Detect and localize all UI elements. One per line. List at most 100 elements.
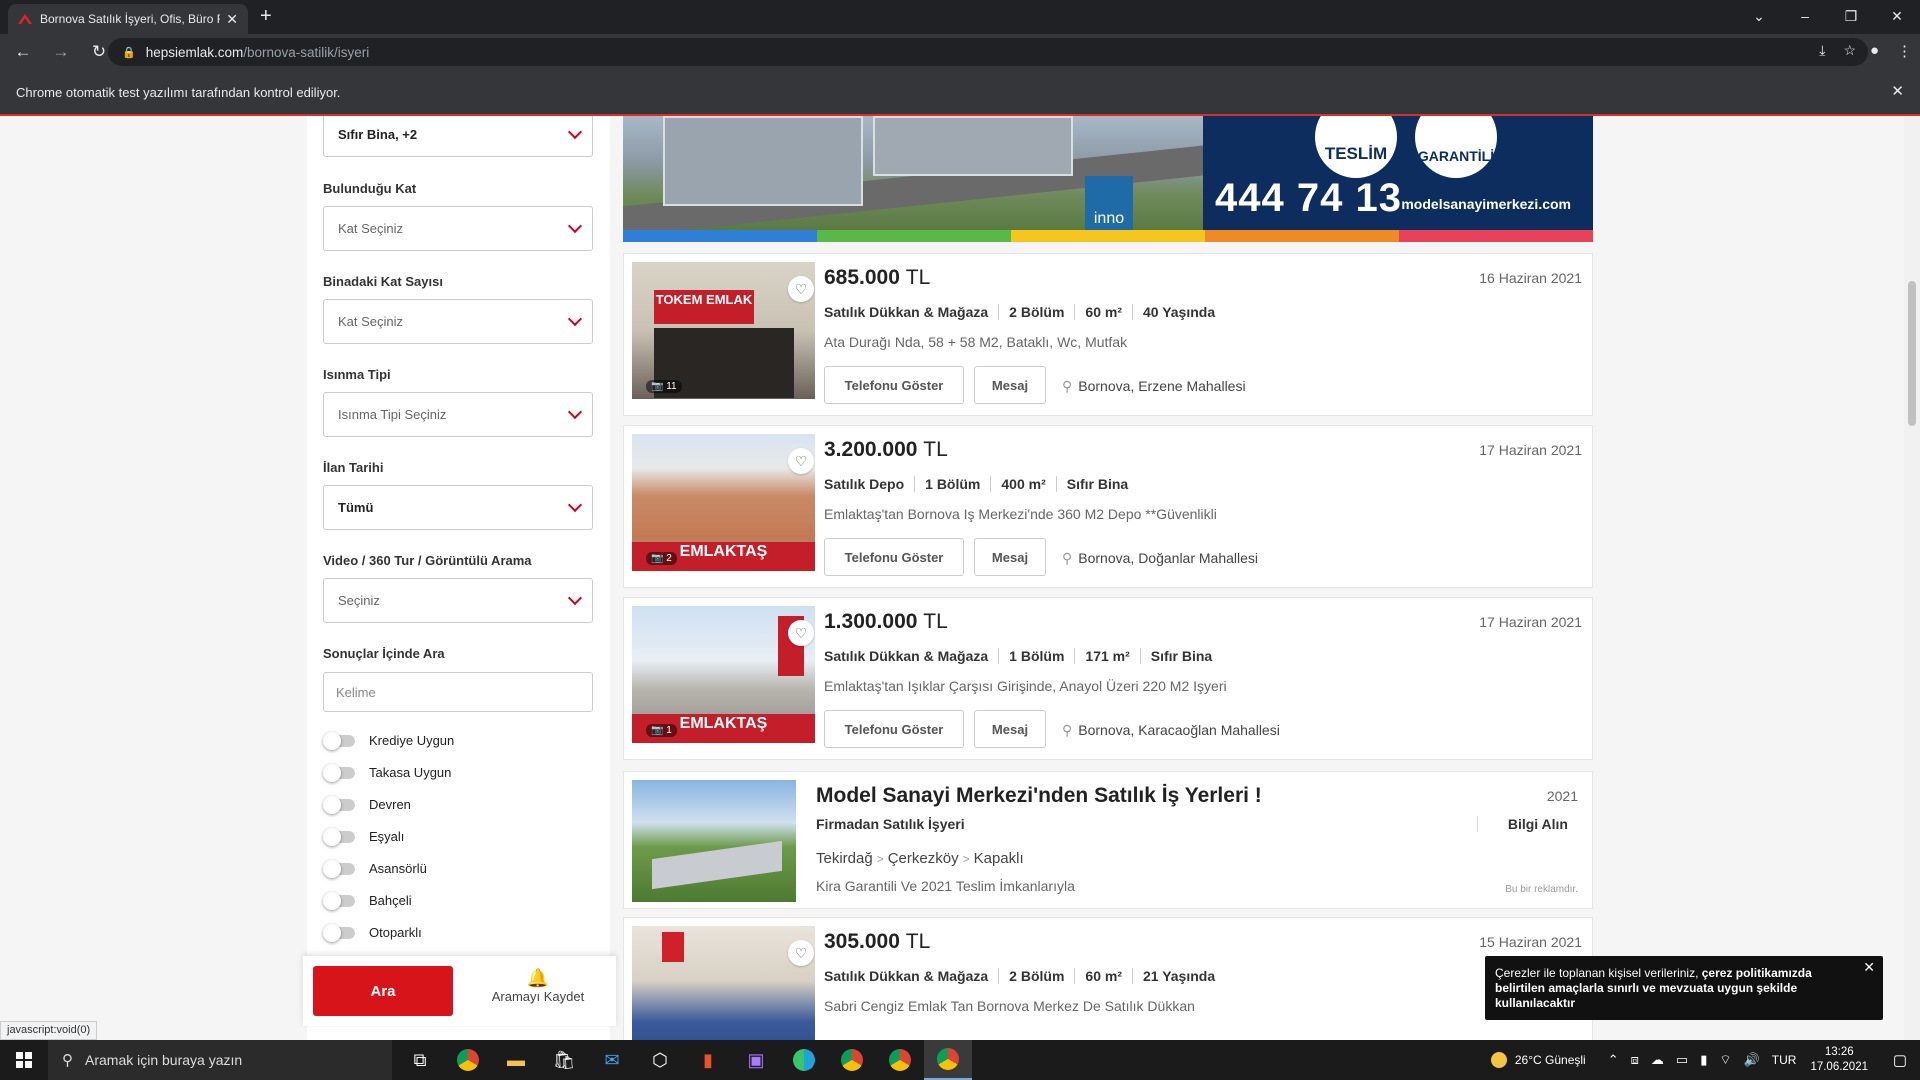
listing-photo[interactable]: ♡ — [632, 926, 815, 1040]
taskbar-search[interactable]: ⚲ Aramak için buraya yazın — [48, 1040, 392, 1080]
meet-icon[interactable]: ⧈ — [1631, 1052, 1639, 1068]
listing-date: 17 Haziran 2021 — [1479, 442, 1582, 458]
menu-icon[interactable]: ⋮ — [1897, 42, 1912, 60]
windows-start-icon[interactable] — [0, 1040, 48, 1080]
sponsored-listing[interactable]: Model Sanayi Merkezi'nden Satılık İş Yer… — [623, 771, 1593, 909]
mail-icon[interactable]: ✉ — [588, 1040, 636, 1080]
favorite-heart-icon[interactable]: ♡ — [788, 620, 814, 646]
sticky-search-bar: Ara 🔔 Aramayı Kaydet — [303, 956, 616, 1026]
tray-arrow-icon[interactable]: ⌃ — [1608, 1052, 1619, 1068]
chrome-icon[interactable] — [444, 1040, 492, 1080]
favorite-heart-icon[interactable]: ♡ — [788, 276, 814, 302]
keyword-input[interactable]: Kelime — [323, 672, 593, 712]
browser-tab[interactable]: Bornova Satılık İşyeri, Ofis, Büro F ✕ — [8, 4, 248, 34]
address-bar[interactable]: 🔒 hepsiemlak.com/bornova-satilik/isyeri … — [108, 38, 1868, 66]
toggle-transfer[interactable] — [323, 796, 359, 814]
ad-title[interactable]: Model Sanayi Merkezi'nden Satılık İş Yer… — [816, 784, 1262, 808]
onedrive-icon[interactable]: ☁ — [1651, 1052, 1664, 1068]
toggle-garden[interactable] — [323, 892, 359, 910]
store-icon[interactable]: 🛍 — [540, 1040, 588, 1080]
toggle-exchange[interactable] — [323, 764, 359, 782]
listing-description[interactable]: Ata Durağı Nda, 58 + 58 M2, Bataklı, Wc,… — [824, 334, 1127, 350]
device-icon[interactable]: ▭ — [1676, 1052, 1688, 1068]
get-info-button[interactable]: Bilgi Alın — [1476, 816, 1568, 832]
url-domain: hepsiemlak.com — [145, 44, 244, 60]
wifi-icon[interactable]: ⌔ — [1719, 1052, 1731, 1068]
ad-location: Tekirdağ > Çerkezköy > Kapaklı — [816, 850, 1024, 867]
favorite-heart-icon[interactable]: ♡ — [788, 940, 814, 966]
show-phone-button[interactable]: Telefonu Göster — [824, 538, 964, 576]
install-icon[interactable]: ⤓ — [1819, 42, 1825, 59]
message-button[interactable]: Mesaj — [974, 366, 1046, 404]
back-icon[interactable]: ← — [8, 42, 38, 62]
show-phone-button[interactable]: Telefonu Göster — [824, 366, 964, 404]
listing-date: 17 Haziran 2021 — [1479, 614, 1582, 630]
listing-photo[interactable]: EMLAKTAŞ ♡ 📷 2 — [632, 434, 815, 571]
listing-description[interactable]: Emlaktaş'tan Bornova Iş Merkezi'nde 360 … — [824, 506, 1217, 522]
listing-specs: Satılık Dükkan & Mağaza 2 Bölüm 60 m² 21… — [824, 968, 1225, 984]
listing-price: 685.000 TL — [824, 266, 931, 289]
chevron-down-icon — [567, 404, 583, 420]
cookie-close-icon[interactable]: ✕ — [1863, 960, 1875, 975]
search-button[interactable]: Ara — [313, 966, 453, 1016]
listing-description[interactable]: Emlaktaş'tan Işıklar Çarşısı Girişinde, … — [824, 678, 1227, 694]
maximize-icon[interactable]: ❐ — [1828, 0, 1874, 34]
profile-dropdown-icon[interactable]: ⌄ — [1736, 0, 1782, 34]
chrome-icon[interactable] — [876, 1040, 924, 1080]
show-phone-button[interactable]: Telefonu Göster — [824, 710, 964, 748]
profile-icon[interactable]: ● — [1870, 42, 1879, 60]
listing-description[interactable]: Sabri Cengiz Emlak Tan Bornova Merkez De… — [824, 998, 1195, 1014]
page-scrollbar[interactable] — [1904, 116, 1920, 1040]
listing-date-select[interactable]: Tümü — [323, 485, 593, 530]
select-value: Kat Seçiniz — [338, 314, 404, 329]
ad-year: 2021 — [1546, 788, 1578, 804]
location-pin-icon: ⚲ — [1062, 550, 1073, 566]
floor-select[interactable]: Kat Seçiniz — [323, 206, 593, 251]
toggle-parking[interactable] — [323, 924, 359, 942]
task-view-icon[interactable]: ⧉ — [396, 1040, 444, 1080]
listing-card[interactable]: EMLAKTAŞ ♡ 📷 2 3.200.000 TL 17 Haziran 2… — [623, 425, 1593, 588]
weather-widget[interactable]: 26°C Güneşli — [1490, 1052, 1586, 1068]
settings-cube-icon[interactable]: ⬡ — [636, 1040, 684, 1080]
favorite-heart-icon[interactable]: ♡ — [788, 448, 814, 474]
scrollbar-thumb[interactable] — [1908, 281, 1916, 426]
save-search-button[interactable]: 🔔 Aramayı Kaydet — [473, 966, 603, 1016]
tab-close-icon[interactable]: ✕ — [226, 11, 238, 28]
ad-banner[interactable]: inno TESLİM GARANTİLİ 444 74 13 modelsan… — [623, 116, 1593, 242]
volume-icon[interactable]: 🔊 — [1744, 1052, 1760, 1068]
toggle-furnished[interactable] — [323, 828, 359, 846]
listing-card[interactable]: TOKEM EMLAK ♡ 📷 11 685.000 TL 16 Haziran… — [623, 253, 1593, 416]
listing-photo[interactable]: TOKEM EMLAK ♡ 📷 11 — [632, 262, 815, 399]
window-close-icon[interactable]: ✕ — [1874, 0, 1920, 34]
forward-icon[interactable]: → — [46, 42, 76, 62]
notification-icon[interactable]: ▢ — [1880, 1051, 1920, 1069]
listing-card[interactable]: EMLAKTAŞ ♡ 📷 1 1.300.000 TL 17 Haziran 2… — [623, 597, 1593, 760]
bookmark-star-icon[interactable]: ☆ — [1843, 42, 1856, 59]
clock[interactable]: 13:26 17.06.2021 — [1810, 1045, 1868, 1075]
chrome-icon[interactable] — [828, 1040, 876, 1080]
listing-photo[interactable]: EMLAKTAŞ ♡ 📷 1 — [632, 606, 815, 743]
jetbrains-icon[interactable]: ▣ — [732, 1040, 780, 1080]
message-button[interactable]: Mesaj — [974, 710, 1046, 748]
filter-label-keyword: Sonuçlar İçinde Ara — [323, 646, 445, 661]
chrome-active-icon[interactable] — [924, 1040, 972, 1080]
infobar-close-icon[interactable]: ✕ — [1891, 82, 1904, 100]
cookie-notice: Çerezler ile toplanan kişisel verilerini… — [1485, 956, 1883, 1020]
minimize-icon[interactable]: – — [1782, 0, 1828, 34]
floor-count-select[interactable]: Kat Seçiniz — [323, 299, 593, 344]
listing-card[interactable]: ♡ 305.000 TL 15 Haziran 2021 Satılık Dük… — [623, 917, 1593, 1040]
edge-icon[interactable] — [780, 1040, 828, 1080]
toggle-elevator[interactable] — [323, 860, 359, 878]
battery-icon[interactable]: ▮ — [1700, 1052, 1707, 1068]
toggle-credit[interactable] — [323, 732, 359, 750]
cookie-policy-link[interactable]: çerez politikamızda — [1702, 966, 1812, 980]
heating-select[interactable]: Isınma Tipi Seçiniz — [323, 392, 593, 437]
office-icon[interactable]: ▮ — [684, 1040, 732, 1080]
message-button[interactable]: Mesaj — [974, 538, 1046, 576]
building-status-select[interactable]: Sıfır Bina, +2 — [323, 116, 593, 157]
language-indicator[interactable]: TUR — [1772, 1053, 1797, 1067]
ad-photo[interactable] — [632, 780, 796, 902]
video-select[interactable]: Seçiniz — [323, 578, 593, 623]
new-tab-icon[interactable]: + — [260, 5, 272, 28]
file-explorer-icon[interactable]: ▬ — [492, 1040, 540, 1080]
